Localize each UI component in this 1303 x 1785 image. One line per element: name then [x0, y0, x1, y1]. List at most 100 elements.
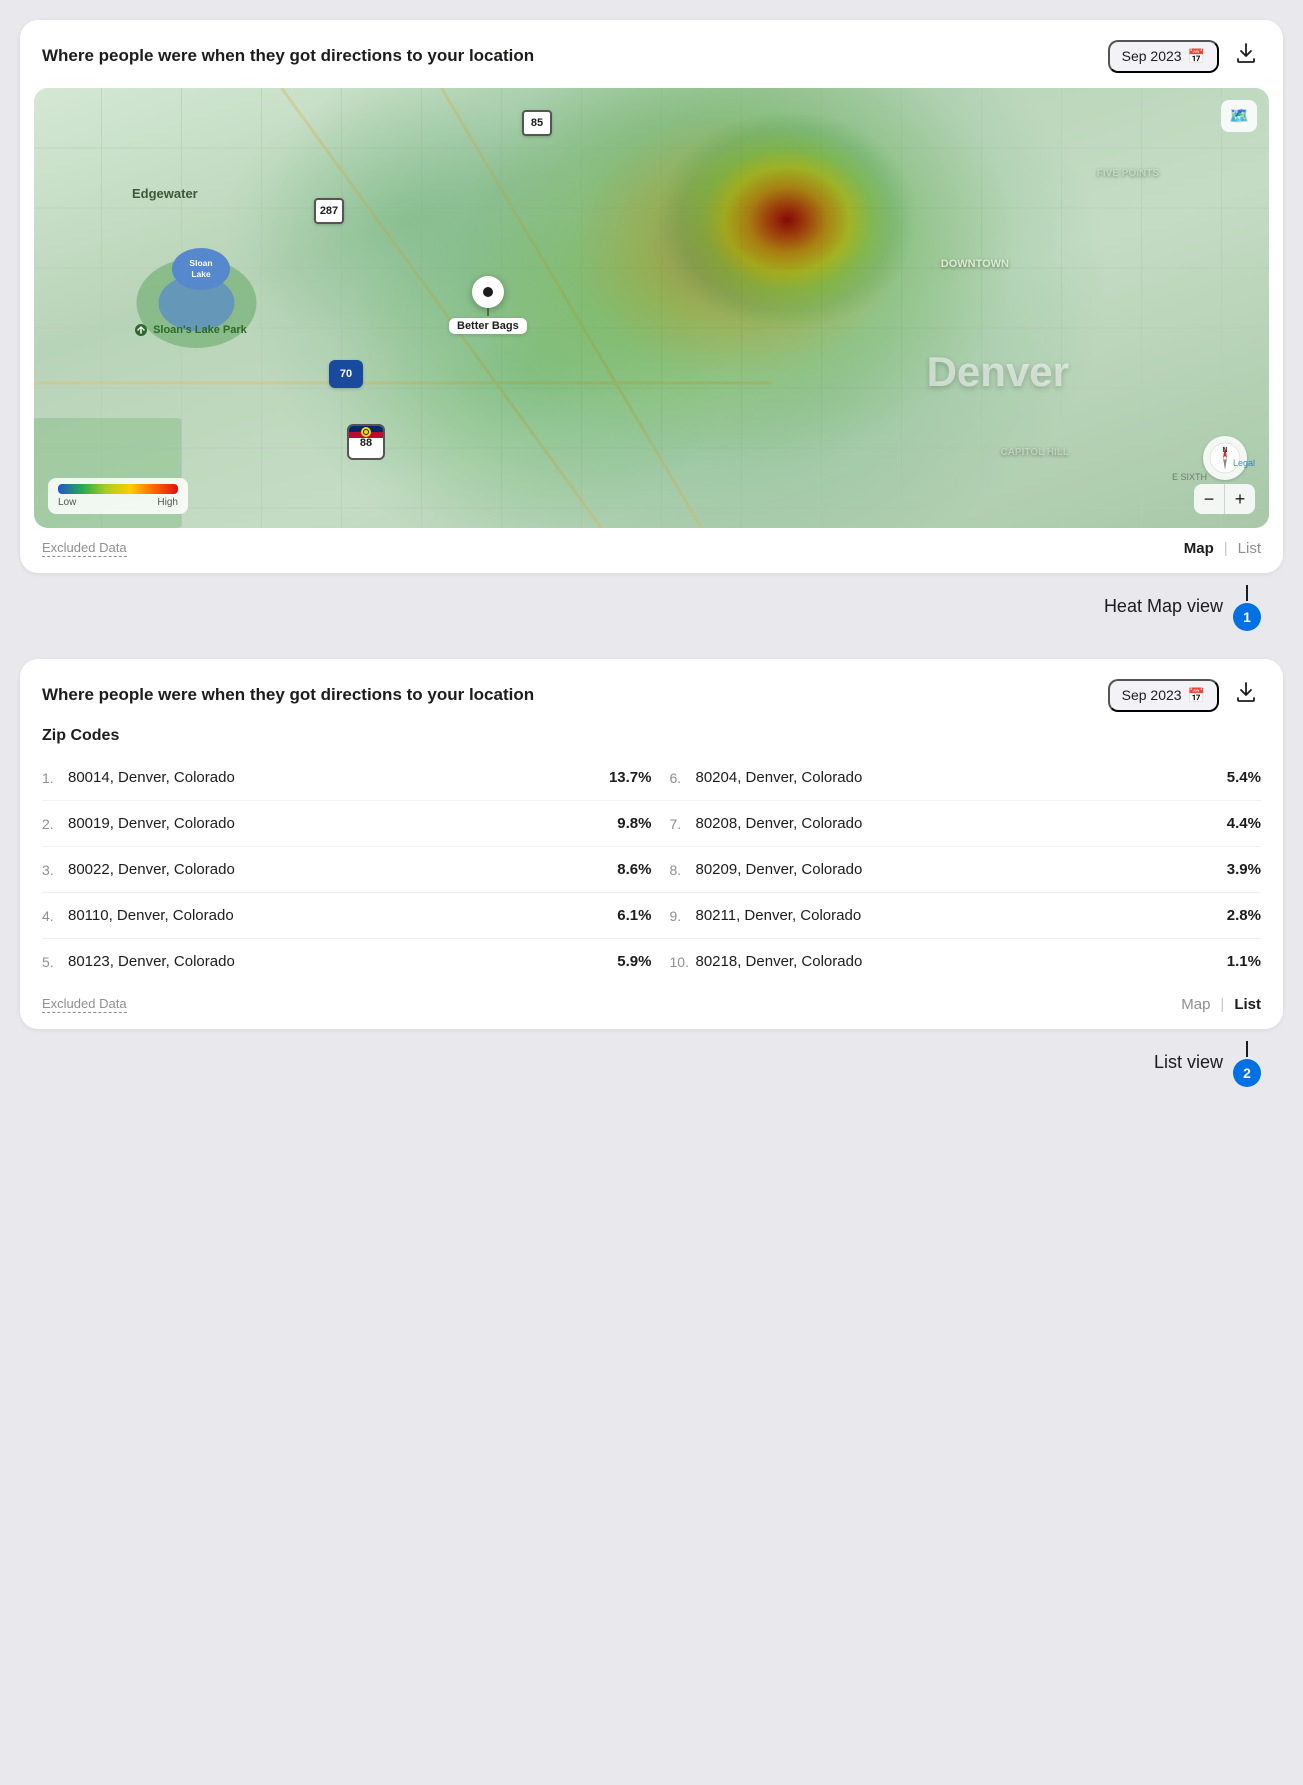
- location-pin: Better Bags: [449, 276, 527, 334]
- zip-name: 80019, Denver, Colorado: [68, 815, 235, 832]
- list-toggle-map[interactable]: Map: [1181, 996, 1210, 1013]
- heatmap-map-container: FIVE POINTS DOWNTOWN Denver CAPITOL HILL…: [34, 88, 1269, 528]
- annotation-1-connector: 1: [1233, 585, 1261, 631]
- heatmap-heat-overlay: [34, 88, 1269, 528]
- zip-name: 80123, Denver, Colorado: [68, 953, 235, 970]
- zip-row: 4. 80110, Denver, Colorado 6.1%: [42, 893, 652, 939]
- zip-info: 10. 80218, Denver, Colorado: [670, 953, 863, 970]
- zip-row: 3. 80022, Denver, Colorado 8.6%: [42, 847, 652, 893]
- card-list: Where people were when they got directio…: [20, 659, 1283, 1029]
- highway-287-badge: 287: [314, 198, 344, 224]
- heatmap-toggle-map[interactable]: Map: [1184, 540, 1214, 557]
- zip-row: 7. 80208, Denver, Colorado 4.4%: [652, 801, 1262, 847]
- zip-name: 80110, Denver, Colorado: [68, 907, 234, 924]
- zoom-plus-button[interactable]: +: [1225, 484, 1255, 514]
- zip-number: 8.: [670, 862, 690, 878]
- zoom-minus-button[interactable]: −: [1194, 484, 1224, 514]
- highway-88-label: 88: [360, 438, 372, 449]
- highway-85-badge: 85: [522, 110, 552, 136]
- zip-number: 9.: [670, 908, 690, 924]
- heatmap-export-button[interactable]: [1231, 38, 1261, 74]
- list-annotation-row: List view 2: [20, 1041, 1283, 1087]
- zip-pct: 2.8%: [1227, 907, 1261, 924]
- zip-info: 9. 80211, Denver, Colorado: [670, 907, 862, 924]
- heatmap-header-controls: Sep 2023 📅: [1108, 38, 1261, 74]
- heatmap-annotation-label: Heat Map view: [1104, 596, 1223, 617]
- connector-line-1: [1246, 585, 1248, 601]
- heatmap-date-label: Sep 2023: [1122, 48, 1182, 64]
- zip-pct: 6.1%: [617, 907, 651, 924]
- zip-pct: 1.1%: [1227, 953, 1261, 970]
- zip-column-left: 1. 80014, Denver, Colorado 13.7% 2. 8001…: [42, 755, 652, 984]
- card-list-header: Where people were when they got directio…: [20, 659, 1283, 727]
- zip-column-right: 6. 80204, Denver, Colorado 5.4% 7. 80208…: [652, 755, 1262, 984]
- zip-name: 80022, Denver, Colorado: [68, 861, 235, 878]
- zip-number: 7.: [670, 816, 690, 832]
- list-footer: Excluded Data Map | List: [20, 984, 1283, 1029]
- zip-name: 80208, Denver, Colorado: [696, 815, 863, 832]
- list-calendar-icon: 📅: [1188, 687, 1205, 704]
- zip-info: 5. 80123, Denver, Colorado: [42, 953, 235, 970]
- zip-row: 1. 80014, Denver, Colorado 13.7%: [42, 755, 652, 801]
- zip-number: 2.: [42, 816, 62, 832]
- zip-name: 80209, Denver, Colorado: [696, 861, 863, 878]
- annotation-badge-2: 2: [1233, 1059, 1261, 1087]
- zip-table: 1. 80014, Denver, Colorado 13.7% 2. 8001…: [20, 755, 1283, 984]
- list-toggle-divider: |: [1220, 996, 1224, 1013]
- heatmap-date-picker[interactable]: Sep 2023 📅: [1108, 40, 1219, 73]
- map-type-button[interactable]: 🗺️: [1221, 100, 1257, 132]
- zip-pct: 3.9%: [1227, 861, 1261, 878]
- zip-pct: 4.4%: [1227, 815, 1261, 832]
- list-excluded-data[interactable]: Excluded Data: [42, 996, 127, 1013]
- list-toggle-list[interactable]: List: [1234, 996, 1261, 1013]
- zip-name: 80014, Denver, Colorado: [68, 769, 235, 786]
- zip-number: 6.: [670, 770, 690, 786]
- svg-text:N: N: [1222, 447, 1227, 454]
- heatmap-annotation-row: Heat Map view 1: [20, 585, 1283, 631]
- list-date-picker[interactable]: Sep 2023 📅: [1108, 679, 1219, 712]
- heatmap-toggle-divider: |: [1224, 540, 1228, 557]
- zip-row: 9. 80211, Denver, Colorado 2.8%: [652, 893, 1262, 939]
- zip-info: 7. 80208, Denver, Colorado: [670, 815, 863, 832]
- zip-row: 8. 80209, Denver, Colorado 3.9%: [652, 847, 1262, 893]
- pin-dot: [483, 287, 493, 297]
- zip-section-title: Zip Codes: [20, 727, 1283, 755]
- zip-info: 6. 80204, Denver, Colorado: [670, 769, 863, 786]
- zip-pct: 5.4%: [1227, 769, 1261, 786]
- card-heatmap-header: Where people were when they got directio…: [20, 20, 1283, 88]
- list-export-button[interactable]: [1231, 677, 1261, 713]
- heatmap-excluded-data[interactable]: Excluded Data: [42, 540, 127, 557]
- zip-pct: 5.9%: [617, 953, 651, 970]
- zip-row: 6. 80204, Denver, Colorado 5.4%: [652, 755, 1262, 801]
- list-view-toggle: Map | List: [1181, 996, 1261, 1013]
- legend-bar: [58, 484, 178, 494]
- legend-high-label: High: [157, 497, 178, 508]
- zip-name: 80218, Denver, Colorado: [696, 953, 863, 970]
- zoom-control-group: − +: [1194, 484, 1255, 514]
- zip-info: 3. 80022, Denver, Colorado: [42, 861, 235, 878]
- zip-row: 5. 80123, Denver, Colorado 5.9%: [42, 939, 652, 984]
- zip-info: 4. 80110, Denver, Colorado: [42, 907, 234, 924]
- zip-info: 8. 80209, Denver, Colorado: [670, 861, 863, 878]
- zip-pct: 9.8%: [617, 815, 651, 832]
- map-legal-link[interactable]: Legal: [1233, 458, 1255, 468]
- sloan-lake-label: SloanLake: [189, 258, 212, 279]
- zip-number: 4.: [42, 908, 62, 924]
- zip-number: 1.: [42, 770, 62, 786]
- legend-labels: Low High: [58, 497, 178, 508]
- zip-number: 3.: [42, 862, 62, 878]
- zip-name: 80211, Denver, Colorado: [696, 907, 862, 924]
- zip-row: 10. 80218, Denver, Colorado 1.1%: [652, 939, 1262, 984]
- calendar-icon: 📅: [1188, 48, 1205, 65]
- zip-number: 10.: [670, 954, 690, 970]
- card-heatmap-title: Where people were when they got directio…: [42, 46, 534, 66]
- e-sixth-label: E SIXTH: [1172, 472, 1207, 482]
- zip-name: 80204, Denver, Colorado: [696, 769, 863, 786]
- list-annotation-label: List view: [1154, 1052, 1223, 1073]
- list-header-controls: Sep 2023 📅: [1108, 677, 1261, 713]
- zip-info: 1. 80014, Denver, Colorado: [42, 769, 235, 786]
- connector-line-2: [1246, 1041, 1248, 1057]
- heatmap-toggle-list[interactable]: List: [1238, 540, 1261, 557]
- pin-circle: [472, 276, 504, 308]
- card-heatmap: Where people were when they got directio…: [20, 20, 1283, 573]
